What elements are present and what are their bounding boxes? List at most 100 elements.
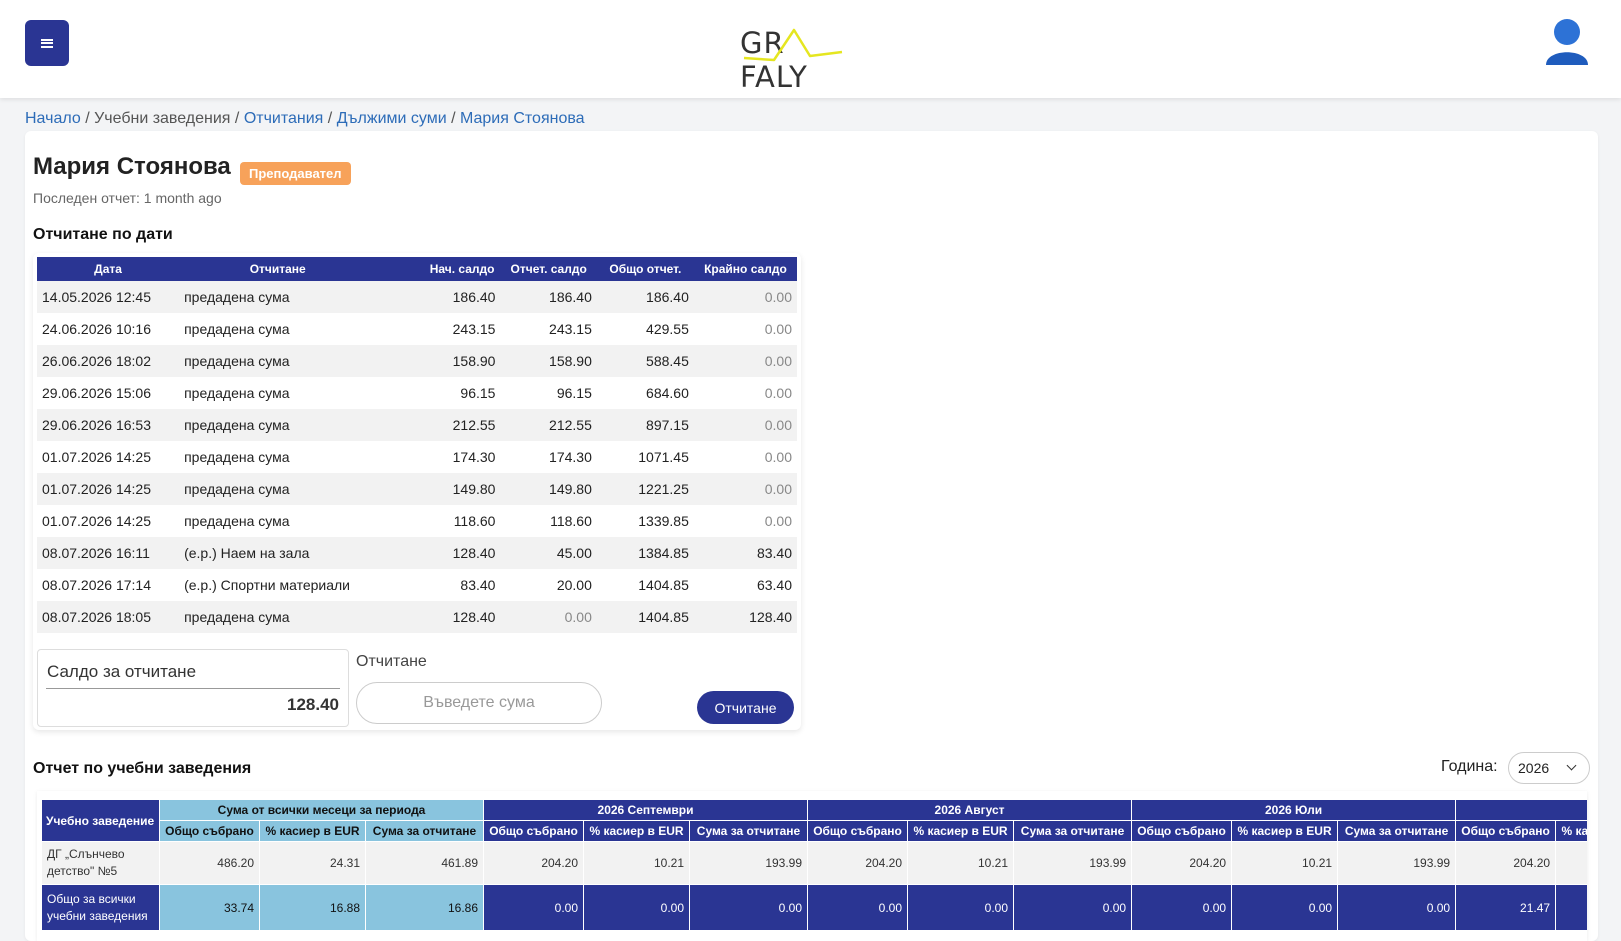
user-avatar-icon[interactable]	[1543, 18, 1591, 68]
schools-section-title: Отчет по учебни заведения	[33, 760, 252, 777]
table-cell: предадена сума	[184, 449, 290, 465]
table-row: 01.07.2026 14:25 предадена сума 118.60 118.…	[37, 505, 797, 537]
table-cell: 0.00	[693, 345, 797, 377]
table-cell: 24.06.2026 10:16	[42, 321, 151, 337]
table-cell: 243.15	[549, 321, 592, 337]
table-cell: 186.40	[596, 281, 694, 313]
breadcrumb-dues-link[interactable]: Дължими суми	[337, 110, 447, 127]
col-final-balance[interactable]: Крайно салдо	[693, 257, 797, 281]
amount-input[interactable]	[356, 682, 602, 724]
table-cell: 1384.85	[596, 537, 694, 569]
table-cell-empty	[1555, 841, 1587, 885]
table-cell: 128.40	[693, 601, 797, 633]
report-button[interactable]: Отчитане	[697, 691, 794, 724]
table-cell: 0.00	[764, 449, 792, 465]
dates-section-title: Отчитане по дати	[33, 226, 173, 243]
table-cell: 1221.25	[596, 473, 694, 505]
table-cell: предадена сума	[184, 321, 290, 337]
sub-header-cell: Сума за отчитане	[364, 820, 485, 842]
total-label: Общо за всички учебни заведения	[41, 884, 160, 931]
table-row: 29.06.2026 15:06 предадена сума 96.15 96.15…	[37, 377, 797, 409]
top-bar: GRFALY	[0, 0, 1621, 98]
logo-wave-icon	[743, 28, 843, 62]
table-cell: 01.07.2026 14:25	[42, 449, 151, 465]
year-label: Година:	[1441, 758, 1498, 775]
year-select-value: 2026	[1518, 760, 1550, 776]
table-cell: 0.00	[693, 473, 797, 505]
hamburger-menu-button[interactable]	[25, 20, 69, 66]
table-cell: 0.00	[1231, 884, 1339, 931]
table-cell: 83.40	[693, 537, 797, 569]
table-cell: 10.21	[583, 841, 691, 885]
table-row: 26.06.2026 18:02 предадена сума 158.90 158.…	[37, 345, 797, 377]
table-cell: 429.55	[646, 321, 689, 337]
table-cell: 0.00	[807, 884, 909, 931]
table-cell: 186.40	[376, 281, 501, 313]
table-cell: 0.00	[693, 409, 797, 441]
table-cell: 0.00	[764, 513, 792, 529]
table-cell: 193.99	[1337, 841, 1457, 885]
table-cell: 158.90	[500, 345, 597, 377]
table-cell: 0.00	[1013, 884, 1133, 931]
schools-group-header: Учебно заведение Сума от всички месеци з…	[41, 799, 1587, 842]
col-total-reported[interactable]: Общо отчет.	[596, 257, 694, 281]
col-date[interactable]: Дата	[37, 257, 180, 281]
table-cell: 118.60	[550, 513, 592, 529]
table-cell: 204.20	[1131, 841, 1233, 885]
last-report-text: Последен отчет: 1 month ago	[33, 190, 222, 206]
table-cell: 0.00	[764, 385, 792, 401]
sub-header-cell: Общо събрано	[159, 820, 260, 842]
app-logo[interactable]: GRFALY	[740, 24, 884, 94]
table-cell: 20.00	[556, 577, 592, 593]
col-start-balance[interactable]: Нач. салдо	[376, 257, 501, 281]
table-cell: 186.40	[500, 281, 597, 313]
table-cell: 588.45	[596, 345, 694, 377]
page-title: Мария Стоянова	[33, 153, 231, 180]
table-cell: 1404.85	[638, 577, 689, 593]
table-cell: 24.31	[259, 841, 366, 885]
table-cell: 16.88	[259, 884, 366, 931]
table-row: 08.07.2026 16:11 (е.р.) Наем на зала 128.4…	[37, 537, 797, 569]
table-cell: предадена сума	[179, 281, 377, 313]
col-report[interactable]: Отчитане	[179, 257, 377, 281]
table-cell: 0.00	[689, 884, 809, 931]
table-cell: 0.00	[764, 321, 792, 337]
table-row: 01.07.2026 14:25 предадена сума 174.30 174.…	[37, 441, 797, 473]
table-cell: 204.20	[483, 841, 585, 885]
table-cell: 461.89	[364, 841, 485, 885]
table-cell: 193.99	[1013, 841, 1133, 885]
balance-value: 128.40	[287, 695, 339, 714]
report-label: Отчитане	[356, 653, 427, 670]
table-cell: 10.21	[1231, 841, 1339, 885]
table-cell: 193.99	[689, 841, 809, 885]
table-cell: 33.74	[159, 884, 260, 931]
hamburger-icon	[41, 38, 53, 48]
col-reported-balance[interactable]: Отчет. салдо	[500, 257, 597, 281]
table-row: ДГ „Слънчево детство" №5 486.20 24.31 461.…	[41, 841, 1587, 885]
table-row: 08.07.2026 17:14 (е.р.) Спортни материали…	[37, 569, 797, 601]
table-row-total: Общо за всички учебни заведения 33.74 16.…	[41, 884, 1587, 931]
breadcrumb-reports-link[interactable]: Отчитания	[244, 110, 324, 127]
table-cell: 243.15	[452, 321, 496, 337]
sub-header-cell: % касиер в EUR	[907, 820, 1015, 842]
group-july: 2026 Юли	[1131, 799, 1457, 821]
dates-table-header: Дата Отчитане Нач. салдо Отчет. салдо Об…	[37, 257, 797, 281]
breadcrumb-person-link[interactable]: Мария Стоянова	[460, 110, 585, 127]
schools-table-container[interactable]: Учебно заведение Сума от всички месеци з…	[37, 791, 1587, 941]
breadcrumb-home-link[interactable]: Начало	[25, 110, 81, 127]
table-cell: 0.00	[1131, 884, 1233, 931]
table-cell: 45.00	[500, 537, 597, 569]
table-cell: 08.07.2026 17:14	[42, 577, 151, 593]
year-select[interactable]: 2026	[1508, 752, 1590, 784]
table-cell: 08.07.2026 16:11	[37, 537, 180, 569]
table-cell: 83.40	[460, 577, 496, 593]
table-cell: 16.86	[364, 884, 485, 931]
table-cell: 01.07.2026 14:25	[42, 513, 151, 529]
sub-header-cell: Общо събрано	[483, 820, 585, 842]
sub-header-cell: Сума за отчитане	[689, 820, 809, 842]
table-cell: 684.60	[646, 385, 689, 401]
table-cell: (е.р.) Наем на зала	[179, 537, 377, 569]
col-school[interactable]: Учебно заведение	[41, 799, 160, 842]
sub-header-cell: % касиер в EUR	[1555, 820, 1587, 842]
table-row: 24.06.2026 10:16 предадена сума 243.15 243.…	[37, 313, 797, 345]
